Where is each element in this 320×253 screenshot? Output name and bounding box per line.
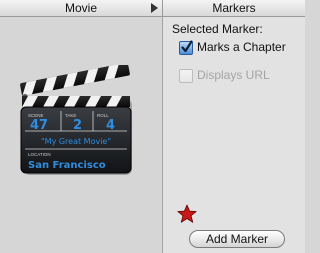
clapperboard-icon: SCENE TAKE ROLL 47 2 4 "My Great Movie" … (20, 65, 132, 175)
marks-chapter-checkbox[interactable] (179, 40, 193, 55)
marker-inspector-window: Movie Markers SCENE TAKE ROLL 47 2 4 "My… (0, 0, 305, 253)
displays-url-checkbox (179, 69, 193, 83)
scene-value: 47 (30, 118, 48, 133)
triangle-right-icon[interactable] (148, 2, 160, 14)
checkmark-icon (181, 40, 193, 53)
marks-chapter-label: Marks a Chapter (197, 40, 286, 54)
take-value: 2 (73, 118, 82, 133)
roll-value: 4 (106, 118, 115, 133)
column-header-bar: Movie Markers (0, 0, 305, 17)
location-value: San Francisco (28, 160, 106, 171)
selected-marker-heading: Selected Marker: (172, 22, 263, 36)
markers-pane: Selected Marker: Marks a Chapter Display… (163, 17, 305, 253)
markers-column-header: Markers (212, 1, 256, 15)
movie-column-header: Movie (64, 1, 97, 15)
location-label: LOCATION (28, 152, 51, 157)
displays-url-label: Displays URL (197, 68, 270, 82)
add-marker-button[interactable]: Add Marker (189, 230, 285, 248)
star-icon (177, 204, 197, 223)
movie-pane: SCENE TAKE ROLL 47 2 4 "My Great Movie" … (0, 17, 162, 253)
movie-title-text: "My Great Movie" (41, 137, 111, 146)
